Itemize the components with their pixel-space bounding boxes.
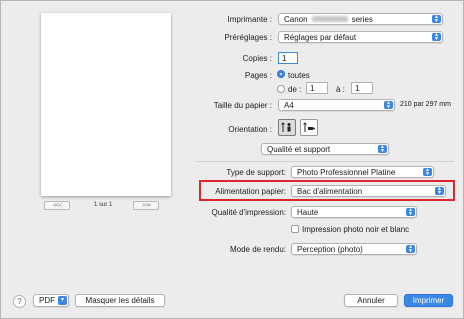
pdf-menu-button[interactable]: PDF ▾ <box>33 294 69 307</box>
cancel-button[interactable]: Annuler <box>344 294 398 307</box>
printer-name-prefix: Canon <box>284 14 308 24</box>
pages-all-label: toutes <box>288 71 310 80</box>
print-quality-select[interactable]: Haute ▲ ▼ <box>291 206 417 218</box>
chevron-updown-icon: ▲ ▼ <box>378 145 387 154</box>
chevron-updown-icon: ▲ ▼ <box>423 168 432 177</box>
printer-model-redacted <box>311 16 348 22</box>
paper-source-select[interactable]: Bac d'alimentation ▲ ▼ <box>291 185 446 197</box>
printer-select[interactable]: Canon series ▲ ▼ <box>278 13 443 25</box>
presets-select[interactable]: Réglages par défaut ▲ ▼ <box>278 31 443 43</box>
copies-field[interactable]: 1 <box>278 52 298 64</box>
next-page-button[interactable]: > >> <box>133 201 159 210</box>
grayscale-checkbox[interactable] <box>291 225 299 233</box>
chevron-updown-icon: ▲ ▼ <box>432 33 441 42</box>
copies-label: Copies : <box>242 54 272 63</box>
portrait-orientation-button[interactable] <box>278 119 296 136</box>
media-type-label: Type de support: <box>226 168 286 177</box>
pages-to-label: à : <box>336 85 345 94</box>
chevron-updown-icon: ▲ ▼ <box>406 245 415 254</box>
pages-label: Pages : <box>244 71 272 80</box>
rendering-mode-select[interactable]: Perception (photo) ▲ ▼ <box>291 243 417 255</box>
presets-label: Préréglages : <box>224 33 272 42</box>
print-quality-value: Haute <box>297 207 319 217</box>
chevron-updown-icon: ▲ ▼ <box>432 15 441 24</box>
landscape-person-icon <box>303 122 315 132</box>
print-preview <box>41 13 171 196</box>
rendering-mode-label: Mode de rendu: <box>229 245 286 254</box>
printer-label: Imprimante : <box>227 15 272 24</box>
chevron-updown-icon: ▲ ▼ <box>384 101 393 110</box>
presets-value: Réglages par défaut <box>284 32 357 42</box>
paper-size-select[interactable]: A4 ▲ ▼ <box>278 99 395 111</box>
paper-size-value: A4 <box>284 100 294 110</box>
print-button[interactable]: Imprimer <box>404 294 453 307</box>
pages-from-label: de : <box>288 85 302 94</box>
orientation-label: Orientation : <box>228 125 272 134</box>
section-select[interactable]: Qualité et support ▲ ▼ <box>261 143 389 155</box>
portrait-person-icon <box>281 122 291 132</box>
print-dialog: << < 1 sur 1 > >> Imprimante : Canon ser… <box>0 0 464 319</box>
page-count: 1 sur 1 <box>94 202 113 208</box>
section-value: Qualité et support <box>267 144 331 154</box>
landscape-orientation-button[interactable] <box>300 119 318 136</box>
chevron-updown-icon: ▲ ▼ <box>435 187 444 196</box>
pages-range-radio[interactable] <box>277 85 285 93</box>
paper-source-label: Alimentation papier: <box>215 187 286 196</box>
pages-all-radio[interactable] <box>277 70 285 78</box>
grayscale-label: Impression photo noir et blanc <box>302 225 410 234</box>
pdf-label: PDF <box>39 296 55 305</box>
chevron-updown-icon: ▲ ▼ <box>406 208 415 217</box>
pages-to-field[interactable]: 1 <box>351 82 373 94</box>
first-page-button[interactable]: << < <box>44 201 70 210</box>
pages-from-field[interactable]: 1 <box>306 82 328 94</box>
paper-dimensions: 210 par 297 mm <box>400 101 451 108</box>
printer-name-suffix: series <box>351 14 373 24</box>
media-type-value: Photo Professionnel Platine <box>297 167 396 177</box>
paper-source-value: Bac d'alimentation <box>297 186 363 196</box>
section-divider <box>196 161 454 162</box>
help-button[interactable]: ? <box>13 295 26 308</box>
hide-details-button[interactable]: Masquer les détails <box>75 294 165 307</box>
paper-size-label: Taille du papier : <box>213 101 272 110</box>
media-type-select[interactable]: Photo Professionnel Platine ▲ ▼ <box>291 166 434 178</box>
print-quality-label: Qualité d'impression: <box>211 208 286 217</box>
rendering-mode-value: Perception (photo) <box>297 244 363 254</box>
chevron-down-icon: ▾ <box>58 296 67 305</box>
